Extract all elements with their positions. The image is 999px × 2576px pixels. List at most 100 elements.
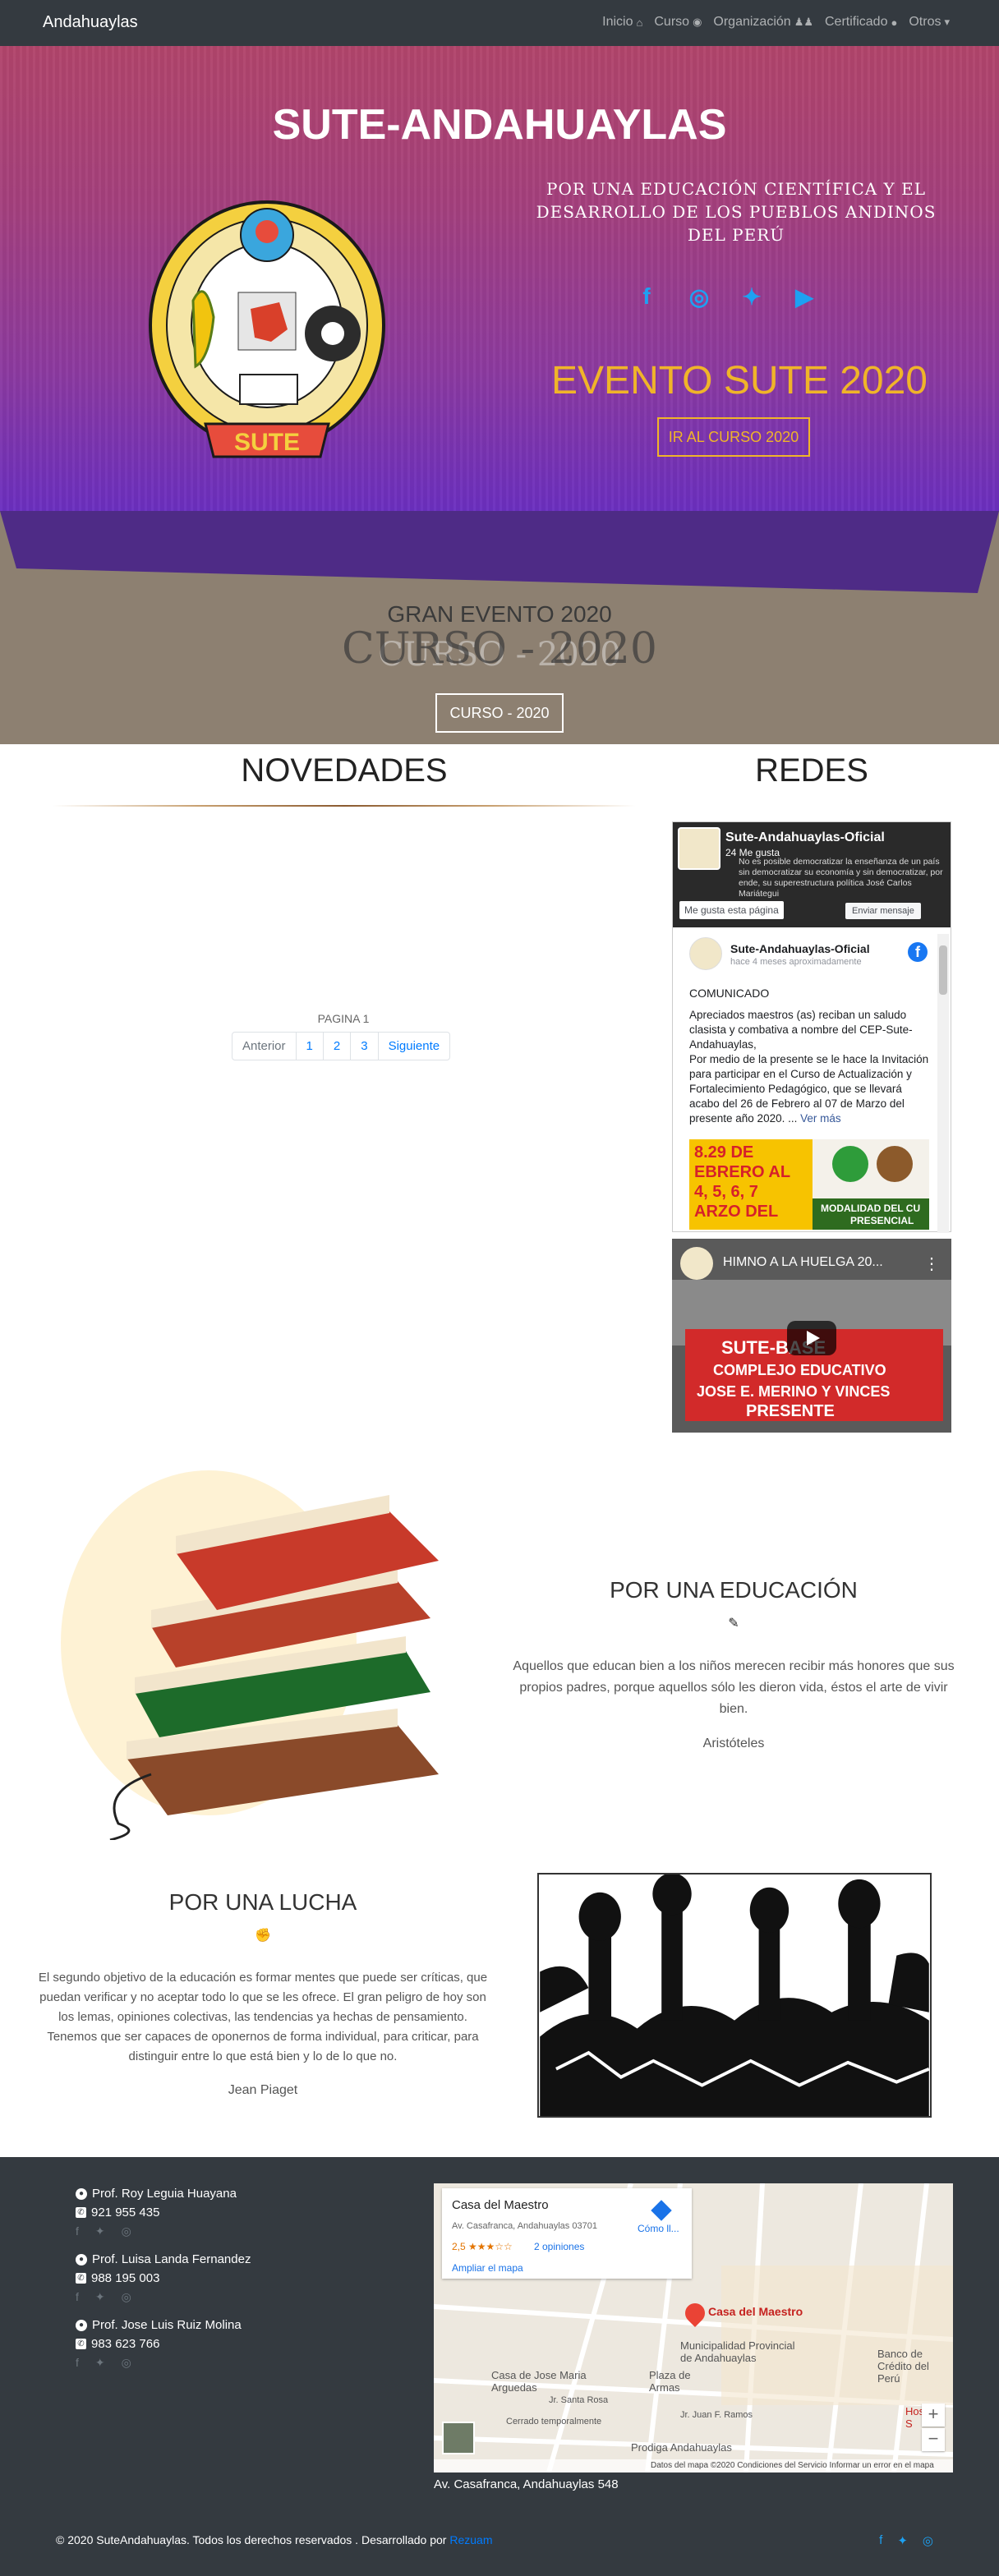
phone-icon: ✆ (76, 2273, 86, 2284)
hero-section: SUTE-ANDAHUAYLAS POR UNA EDUCACIÓN CIENT… (0, 46, 999, 511)
contact-phone-text: 921 955 435 (91, 2206, 160, 2220)
navbar-brand[interactable]: Andahuaylas (43, 13, 138, 32)
nav-item-label: Certificado (825, 15, 888, 29)
nav-item-curso[interactable]: Curso ◉ (654, 15, 702, 30)
yt-video-title[interactable]: HIMNO A LA HUELGA 20... (723, 1255, 883, 1270)
logo-text: SUTE (234, 429, 300, 456)
circle-icon: ● (891, 16, 898, 29)
fb-page-name[interactable]: Sute-Andahuaylas-Oficial (725, 830, 885, 845)
yt-channel-avatar[interactable] (680, 1247, 713, 1280)
novedades-title: NOVEDADES (241, 752, 448, 789)
map-attribution[interactable]: Datos del mapa ©2020 Condiciones del Ser… (434, 2459, 953, 2472)
instagram-icon[interactable]: ◎ (122, 2224, 131, 2238)
instagram-icon[interactable]: ◎ (923, 2533, 933, 2548)
facebook-icon[interactable]: f (76, 2356, 79, 2370)
play-icon[interactable] (787, 1321, 836, 1355)
chevron-down-icon: ▾ (944, 16, 950, 28)
fb-post-author[interactable]: Sute-Andahuaylas-Oficial (730, 942, 870, 955)
directions-icon[interactable] (651, 2200, 672, 2221)
curso-section: GRAN EVENTO 2020 CURSO - 2020 CURSO - 20… (0, 511, 999, 744)
twitter-icon[interactable]: ✦ (738, 283, 766, 310)
map-directions-link[interactable]: Cómo ll... (638, 2223, 679, 2234)
protest-image (537, 1873, 932, 2118)
pager-page-3[interactable]: 3 (351, 1033, 379, 1060)
pager-page-1[interactable]: 1 (297, 1033, 324, 1060)
map-zoom-in[interactable]: + (922, 2404, 945, 2426)
fb-like-button[interactable]: Me gusta esta página (679, 901, 784, 919)
nav-links: Inicio ⌂ Curso ◉ Organización ♟♟ Certifi… (602, 15, 950, 30)
map-info-card: Casa del Maestro Av. Casafranca, Andahua… (442, 2188, 692, 2279)
map-place-name: Casa del Maestro (452, 2198, 549, 2212)
google-map[interactable]: Casa del Maestro Av. Casafranca, Andahua… (434, 2183, 953, 2472)
youtube-icon[interactable]: ▶ (790, 283, 818, 310)
nav-item-organizacion[interactable]: Organización ♟♟ (713, 15, 813, 30)
developer-link[interactable]: Rezuam (449, 2533, 492, 2546)
copyright-bar: © 2020 SuteAndahuaylas. Todos los derech… (0, 2510, 999, 2576)
instagram-icon[interactable]: ◎ (122, 2290, 131, 2304)
instagram-icon[interactable]: ◎ (122, 2356, 131, 2370)
contact-card: ● Prof. Roy Leguia Huayana ✆ 921 955 435… (76, 2187, 237, 2238)
yt-banner-line: JOSE E. MERINO Y VINCES (697, 1383, 890, 1400)
phone-icon: ✆ (76, 2207, 86, 2218)
map-enlarge-link[interactable]: Ampliar el mapa (452, 2262, 523, 2274)
fb-post-image[interactable]: 8.29 DE EBRERO AL 4, 5, 6, 7 ARZO DEL MO… (689, 1139, 929, 1230)
twitter-icon[interactable]: ✦ (95, 2224, 105, 2238)
fb-message-button[interactable]: Enviar mensaje (845, 903, 921, 919)
contact-name: ● Prof. Roy Leguia Huayana (76, 2187, 237, 2201)
users-icon: ♟♟ (794, 16, 813, 28)
fb-page-avatar[interactable] (678, 827, 720, 870)
contact-name-text: Prof. Luisa Landa Fernandez (92, 2252, 251, 2266)
facebook-icon[interactable]: f (76, 2224, 79, 2238)
facebook-icon[interactable]: f (76, 2290, 79, 2304)
fb-post-time[interactable]: hace 4 meses aproximadamente (730, 957, 862, 967)
contact-phone: ✆ 983 623 766 (76, 2337, 242, 2351)
map-satellite-toggle[interactable] (442, 2422, 475, 2454)
nav-item-otros[interactable]: Otros ▾ (909, 15, 950, 30)
lucha-title: POR UNA LUCHA (168, 1889, 357, 1915)
map-address: Av. Casafranca, Andahuaylas 548 (434, 2477, 619, 2491)
fb-see-more-link[interactable]: Ver más (800, 1112, 841, 1125)
fb-scrollbar-thumb[interactable] (939, 945, 947, 995)
pager-prev[interactable]: Anterior (232, 1033, 297, 1060)
fb-image-line: EBRERO AL (694, 1163, 790, 1181)
contact-name: ● Prof. Jose Luis Ruiz Molina (76, 2318, 242, 2332)
nav-item-inicio[interactable]: Inicio ⌂ (602, 15, 642, 30)
event-button[interactable]: IR AL CURSO 2020 (657, 417, 810, 457)
user-circle-icon: ● (76, 2187, 87, 2200)
yt-banner-line: COMPLEJO EDUCATIVO (713, 1362, 886, 1378)
educacion-author: Aristóteles (702, 1736, 765, 1750)
map-zoom-out[interactable]: − (922, 2428, 945, 2451)
fb-image-line: 4, 5, 6, 7 (694, 1183, 758, 1201)
contact-card: ● Prof. Jose Luis Ruiz Molina ✆ 983 623 … (76, 2318, 242, 2370)
more-vert-icon[interactable]: ⋮ (923, 1254, 940, 1274)
instagram-icon[interactable]: ◎ (685, 283, 713, 310)
map-pin-label: Casa del Maestro (708, 2305, 803, 2318)
map-label: Jr. Santa Rosa (549, 2395, 609, 2405)
map-rating: 2,5 ★★★☆☆ (452, 2241, 513, 2252)
curso-button[interactable]: CURSO - 2020 (435, 693, 564, 733)
youtube-video[interactable]: SUTE-BASE COMPLEJO EDUCATIVO JOSE E. MER… (672, 1239, 951, 1433)
lucha-block: POR UNA LUCHA ✊ El segundo objetivo de l… (33, 1889, 493, 2098)
copyright-text: © 2020 SuteAndahuaylas. Todos los derech… (56, 2533, 492, 2546)
fb-post-avatar[interactable] (689, 937, 722, 970)
fb-page-description: No es posible democratizar la enseñanza … (739, 857, 943, 899)
educacion-title: POR UNA EDUCACIÓN (610, 1577, 858, 1603)
pager-page-2[interactable]: 2 (324, 1033, 352, 1060)
redes-title: REDES (755, 752, 868, 789)
fb-image-line: ARZO DEL (694, 1203, 778, 1221)
twitter-icon[interactable]: ✦ (95, 2290, 105, 2304)
nav-item-label: Otros (909, 15, 941, 29)
lucha-quote: El segundo objetivo de la educación es f… (38, 1971, 488, 2063)
facebook-icon[interactable]: f (908, 942, 928, 962)
map-reviews-link[interactable]: 2 opiniones (534, 2241, 584, 2252)
fb-page-header: Sute-Andahuaylas-Oficial 24 Me gusta No … (673, 822, 951, 927)
nav-item-certificado[interactable]: Certificado ● (825, 15, 897, 30)
fb-scrollbar[interactable] (937, 934, 949, 1233)
facebook-icon[interactable]: f (633, 283, 661, 310)
educacion-block: POR UNA EDUCACIÓN ✎ Aquellos que educan … (508, 1577, 960, 1751)
pager-next[interactable]: Siguiente (379, 1033, 450, 1060)
twitter-icon[interactable]: ✦ (897, 2533, 908, 2548)
nav-item-label: Organización (713, 15, 791, 29)
facebook-icon[interactable]: f (879, 2533, 882, 2548)
twitter-icon[interactable]: ✦ (95, 2356, 105, 2370)
